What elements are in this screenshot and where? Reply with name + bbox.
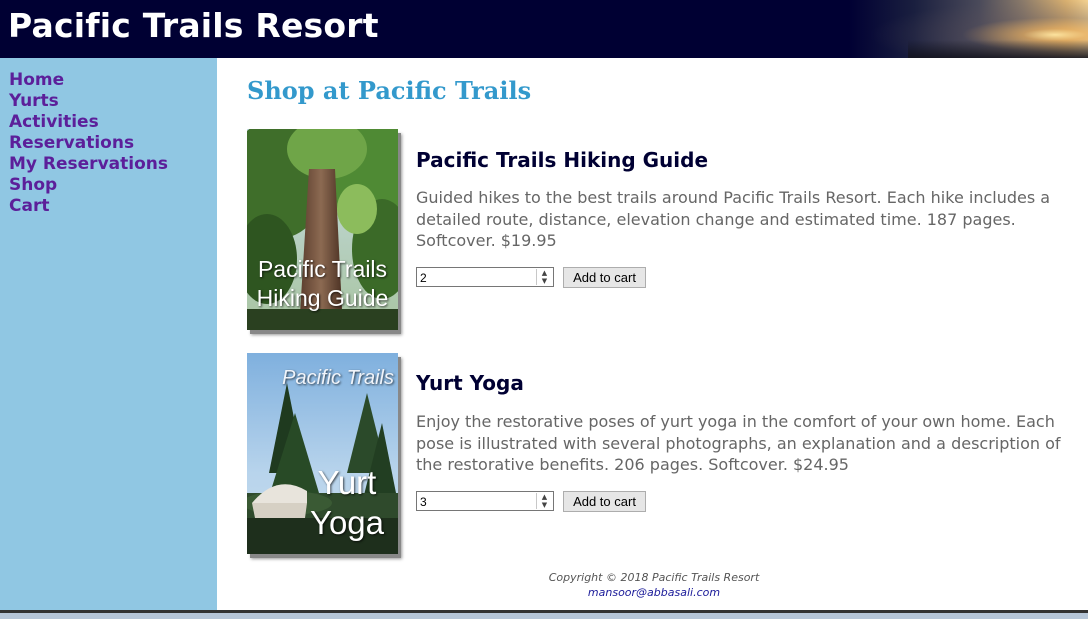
bottom-strip	[0, 613, 1088, 619]
nav-link-cart[interactable]: Cart	[9, 196, 49, 216]
footer-email-link[interactable]: mansoor@abbasali.com	[588, 586, 720, 599]
product-yurt-yoga: Pacific Trails Yurt Yoga Yurt Yoga Enjoy…	[247, 353, 1077, 563]
spinner-up-icon[interactable]: ▲	[537, 493, 552, 501]
nav-item-cart: Cart	[9, 196, 217, 217]
spinner-up-icon[interactable]: ▲	[537, 269, 552, 277]
nav-link-my-reservations[interactable]: My Reservations	[9, 154, 168, 174]
nav-link-reservations[interactable]: Reservations	[9, 133, 134, 153]
nav-item-activities: Activities	[9, 112, 217, 133]
yurt-yoga-cover-title-1: Yurt	[317, 464, 377, 501]
sidebar-nav: Home Yurts Activities Reservations My Re…	[0, 58, 217, 610]
nav-link-shop[interactable]: Shop	[9, 175, 57, 195]
spinner-down-icon[interactable]: ▼	[537, 277, 552, 285]
hiking-guide-quantity-spinner[interactable]: ▲ ▼	[536, 269, 552, 285]
nav-item-my-reservations: My Reservations	[9, 154, 217, 175]
hiking-guide-description: Guided hikes to the best trails around P…	[416, 188, 1051, 250]
site-title: Pacific Trails Resort	[8, 6, 379, 45]
yurt-yoga-quantity-input[interactable]: 3 ▲ ▼	[416, 491, 554, 511]
hiking-guide-cover-title-2: Hiking Guide	[256, 285, 389, 311]
yurt-yoga-add-to-cart-button[interactable]: Add to cart	[563, 491, 646, 512]
page-heading: Shop at Pacific Trails	[247, 76, 532, 105]
product-hiking-guide: Pacific Trails Hiking Guide Pacific Trai…	[247, 129, 1077, 339]
yurt-yoga-quantity-value: 3	[420, 495, 427, 509]
yurt-yoga-cover-title-2: Yoga	[309, 504, 385, 541]
nav-item-yurts: Yurts	[9, 91, 217, 112]
hiking-guide-quantity-input[interactable]: 2 ▲ ▼	[416, 267, 554, 287]
main-content: Shop at Pacific Trails Pacific Trails Hi…	[217, 58, 1088, 610]
page-footer: Copyright © 2018 Pacific Trails Resort m…	[247, 570, 1061, 600]
nav-link-activities[interactable]: Activities	[9, 112, 99, 132]
hiking-guide-cover-title-1: Pacific Trails	[257, 256, 388, 282]
yurt-yoga-title: Yurt Yoga	[416, 371, 524, 395]
site-header: Pacific Trails Resort	[0, 0, 1088, 58]
yurt-yoga-cover-image: Pacific Trails Yurt Yoga	[247, 353, 398, 554]
hiking-guide-title: Pacific Trails Hiking Guide	[416, 148, 709, 172]
nav-item-shop: Shop	[9, 175, 217, 196]
footer-copyright: Copyright © 2018 Pacific Trails Resort	[548, 571, 760, 584]
hiking-guide-add-to-cart-button[interactable]: Add to cart	[563, 267, 646, 288]
nav-item-reservations: Reservations	[9, 133, 217, 154]
hiking-guide-cover-image: Pacific Trails Hiking Guide	[247, 129, 398, 330]
spinner-down-icon[interactable]: ▼	[537, 501, 552, 509]
nav-link-home[interactable]: Home	[9, 70, 64, 90]
yurt-yoga-description: Enjoy the restorative poses of yurt yoga…	[416, 412, 1061, 474]
header-rocks-image	[908, 40, 1088, 58]
nav-link-yurts[interactable]: Yurts	[9, 91, 59, 111]
nav-item-home: Home	[9, 70, 217, 91]
yurt-yoga-cover-brand: Pacific Trails	[282, 367, 394, 389]
yurt-yoga-quantity-spinner[interactable]: ▲ ▼	[536, 493, 552, 509]
hiking-guide-quantity-value: 2	[420, 271, 427, 285]
